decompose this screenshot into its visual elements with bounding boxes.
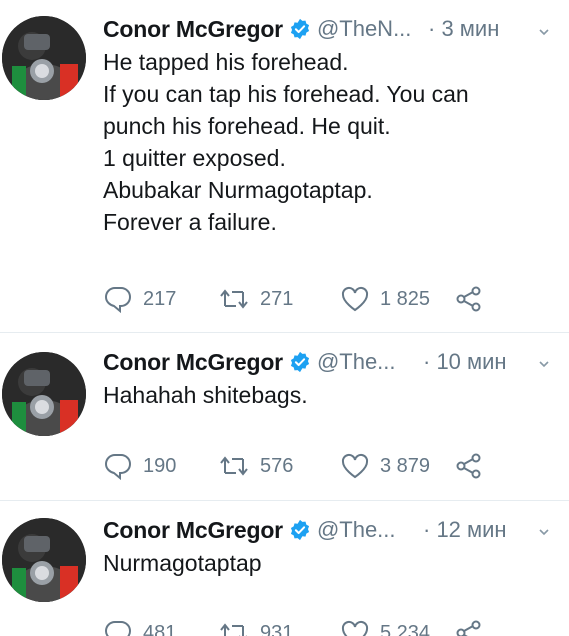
- author-handle[interactable]: @TheN...: [317, 16, 411, 42]
- avatar-photo: [2, 16, 86, 100]
- avatar[interactable]: [2, 16, 86, 100]
- tweet-timestamp[interactable]: · 10 мин: [423, 349, 507, 375]
- retweet-icon: [220, 289, 248, 309]
- like-button[interactable]: 5 234: [340, 618, 430, 636]
- like-count: 5 234: [380, 621, 431, 636]
- author-name[interactable]: Conor McGregor: [103, 517, 283, 544]
- chevron-down-icon[interactable]: [538, 26, 550, 38]
- like-button[interactable]: 3 879: [340, 451, 430, 481]
- avatar-photo: [2, 518, 86, 602]
- like-count: 3 879: [380, 454, 431, 477]
- tweet-text: Hahahah shitebags.: [103, 379, 308, 411]
- tweet-actions: 481 931 5 234: [103, 618, 503, 636]
- share-icon: [456, 286, 481, 312]
- heart-icon: [341, 453, 369, 479]
- reply-count: 217: [143, 287, 177, 310]
- tweet[interactable]: Conor McGregor @The... · 10 мин Hahahah …: [0, 332, 569, 500]
- share-button[interactable]: [455, 618, 483, 636]
- share-button[interactable]: [455, 284, 483, 314]
- tweet-actions: 217 271 1 825: [103, 284, 503, 314]
- tweet-timestamp[interactable]: · 12 мин: [423, 517, 507, 543]
- tweet-text-line: Hahahah shitebags.: [103, 382, 308, 408]
- heart-icon: [341, 286, 369, 312]
- author-handle[interactable]: @The...: [317, 517, 396, 543]
- reply-icon: [104, 621, 132, 636]
- tweet-text-line: Forever a failure.: [103, 209, 277, 235]
- author-name[interactable]: Conor McGregor: [103, 16, 283, 43]
- retweet-button[interactable]: 271: [218, 284, 293, 314]
- share-icon: [456, 453, 481, 479]
- verified-badge-icon: [290, 519, 310, 541]
- tweet[interactable]: Conor McGregor @TheN... · 3 мин He tappe…: [0, 0, 569, 332]
- tweet-text-line: Abubakar Nurmagotaptap.: [103, 177, 373, 203]
- author-name[interactable]: Conor McGregor: [103, 349, 283, 376]
- tweet-text-line: If you can tap his forehead. You can: [103, 81, 469, 107]
- like-count: 1 825: [380, 287, 431, 310]
- like-button[interactable]: 1 825: [340, 284, 430, 314]
- share-icon: [456, 620, 481, 636]
- share-button[interactable]: [455, 451, 483, 481]
- avatar-photo: [2, 352, 86, 436]
- tweet-header: Conor McGregor @The...: [103, 515, 396, 545]
- avatar[interactable]: [2, 518, 86, 602]
- avatar[interactable]: [2, 352, 86, 436]
- tweet-text: Nurmagotaptap: [103, 547, 262, 579]
- tweet-actions: 190 576 3 879: [103, 451, 503, 481]
- reply-button[interactable]: 217: [103, 284, 176, 314]
- verified-badge-icon: [290, 351, 310, 373]
- tweet-text-line: Nurmagotaptap: [103, 550, 262, 576]
- retweet-button[interactable]: 931: [218, 618, 293, 636]
- chevron-down-icon[interactable]: [538, 358, 550, 370]
- retweet-icon: [220, 456, 248, 476]
- heart-icon: [341, 620, 369, 636]
- reply-button[interactable]: 190: [103, 451, 176, 481]
- author-handle[interactable]: @The...: [317, 349, 396, 375]
- retweet-count: 271: [260, 287, 294, 310]
- tweet[interactable]: Conor McGregor @The... · 12 мин Nurmagot…: [0, 500, 569, 636]
- reply-button[interactable]: 481: [103, 618, 176, 636]
- reply-icon: [104, 287, 132, 313]
- retweet-button[interactable]: 576: [218, 451, 293, 481]
- tweet-text: He tapped his forehead. If you can tap h…: [103, 46, 469, 238]
- retweet-icon: [220, 623, 247, 636]
- retweet-count: 931: [260, 621, 294, 636]
- tweet-text-line: He tapped his forehead.: [103, 49, 349, 75]
- chevron-down-icon[interactable]: [538, 526, 550, 538]
- verified-badge-icon: [290, 18, 310, 40]
- tweet-timestamp[interactable]: · 3 мин: [428, 16, 499, 42]
- tweet-header: Conor McGregor @TheN...: [103, 14, 411, 44]
- retweet-count: 576: [260, 454, 294, 477]
- reply-icon: [104, 454, 132, 480]
- reply-count: 481: [143, 621, 177, 636]
- tweet-text-line: punch his forehead. He quit.: [103, 113, 391, 139]
- reply-count: 190: [143, 454, 177, 477]
- tweet-text-line: 1 quitter exposed.: [103, 145, 286, 171]
- tweet-header: Conor McGregor @The...: [103, 347, 396, 377]
